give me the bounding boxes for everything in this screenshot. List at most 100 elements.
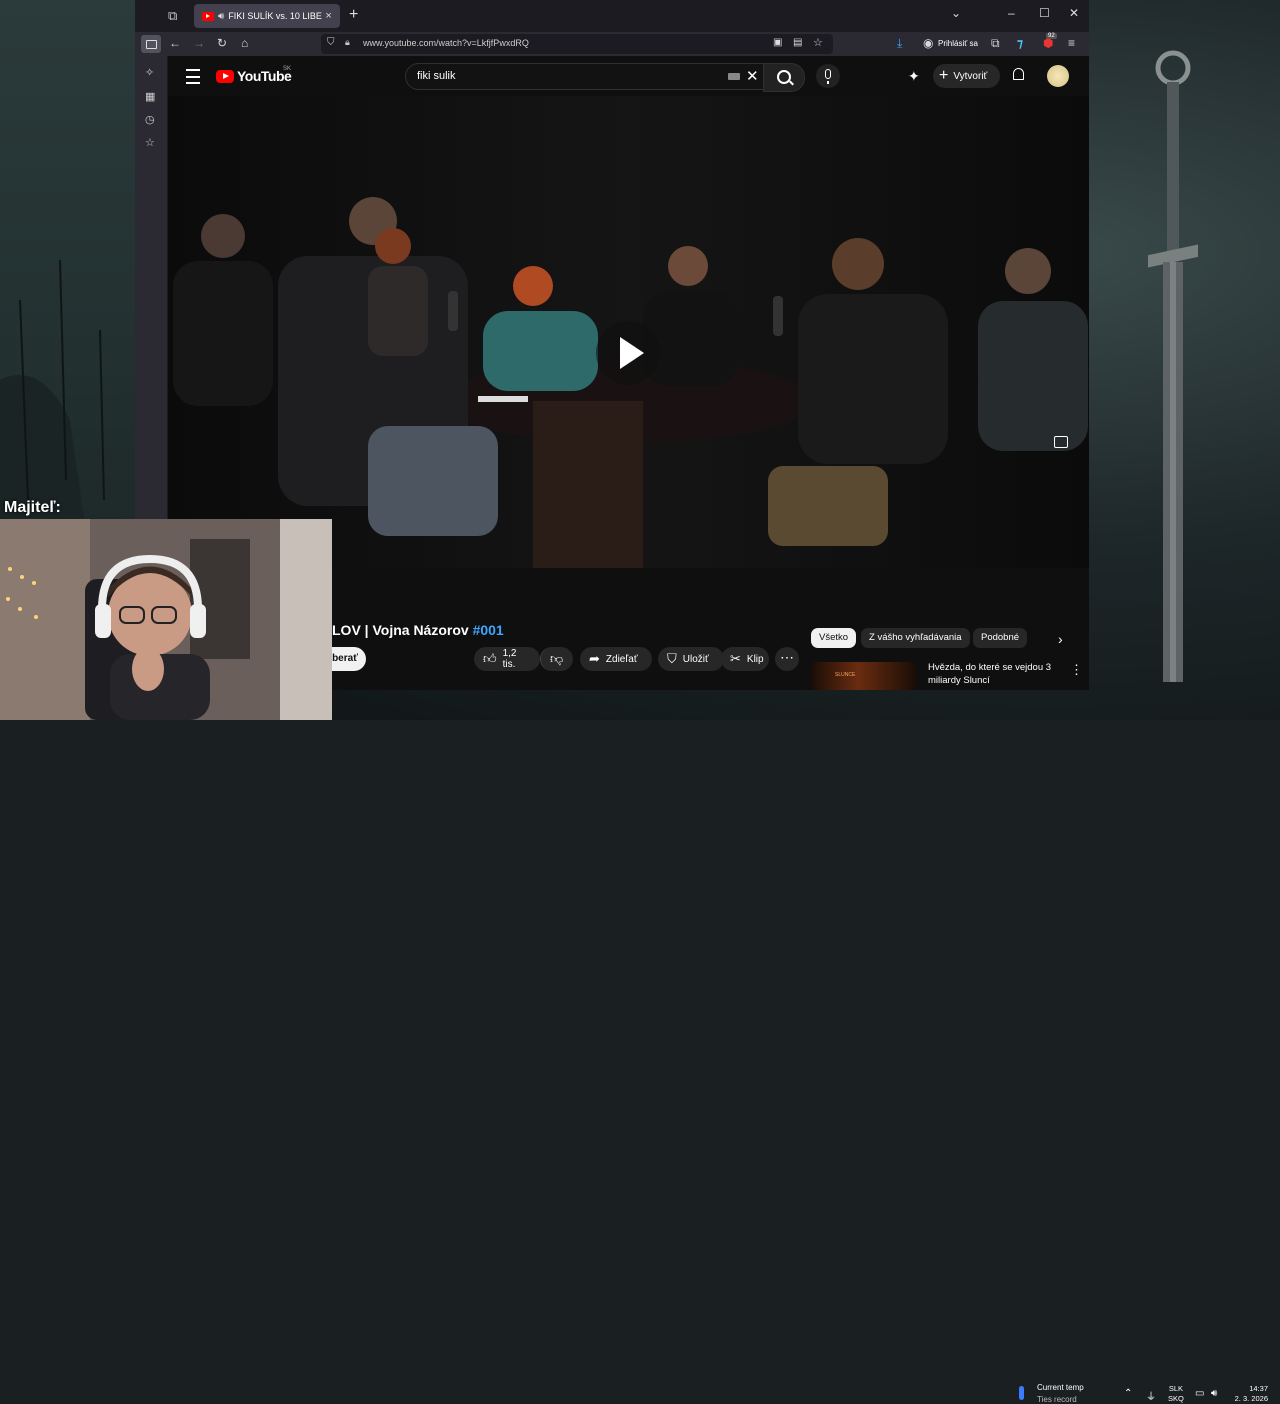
home-icon[interactable]: ⌂ — [241, 36, 248, 50]
language-bottom: SKQ — [1168, 1394, 1184, 1403]
tab-close-icon[interactable]: × — [325, 10, 331, 22]
clip-label: Klip — [746, 653, 764, 665]
wallpaper-sword — [1148, 50, 1198, 682]
like-count: 1,2 tis. — [502, 648, 517, 670]
thumbnail-text: SLUNCE — [835, 672, 856, 678]
sidebar-toggle-icon[interactable] — [141, 35, 161, 53]
signin-label[interactable]: Prihlásiť sa — [938, 39, 978, 48]
account-icon[interactable]: ◉ — [923, 36, 933, 50]
video-title: LOV | Vojna Názorov #001 — [332, 622, 504, 638]
youtube-logo[interactable]: YouTube — [216, 68, 292, 84]
extension-badge: 92 — [1046, 33, 1057, 39]
thumbs-up-icon: 👍︎ — [483, 651, 497, 666]
video-title-text: LOV | Vojna Názorov — [332, 622, 473, 638]
like-button[interactable]: 👍︎ 1,2 tis. — [474, 647, 540, 671]
reload-icon[interactable]: ↻ — [217, 36, 227, 50]
chip-related[interactable]: Podobné — [973, 628, 1028, 648]
save-label: Uložiť — [682, 653, 709, 665]
close-window-button[interactable]: ✕ — [1069, 6, 1079, 20]
language-indicator[interactable]: SLK SKQ — [1168, 1384, 1184, 1404]
reader-view-icon[interactable]: ▤ — [793, 37, 802, 48]
tab-bar: ⧉ 🔊︎ FIKI SULÍK vs. 10 LIBERÁLOV × + ⌄ –… — [135, 0, 1089, 32]
create-button[interactable]: + Vytvoriť — [933, 64, 1000, 88]
recommendation-thumbnail[interactable]: SLUNCE — [811, 662, 916, 690]
avatar[interactable] — [1047, 65, 1069, 87]
keyboard-icon[interactable] — [728, 73, 740, 80]
youtube-header: YouTube SK fiki sulik ✕ ✦ + Vytvoriť — [168, 56, 1089, 96]
show-hidden-icons-icon[interactable]: ⌃ — [1124, 1388, 1132, 1399]
url-text[interactable]: www.youtube.com/watch?v=LkfjfPwxdRQ — [363, 38, 529, 48]
list-all-tabs-icon[interactable]: ⌄ — [951, 6, 961, 20]
extensions-icon[interactable]: ⧉ — [991, 36, 1000, 51]
tab-list-icon[interactable]: ⧉ — [168, 8, 182, 23]
usb-icon[interactable]: ⏚ — [1146, 1388, 1156, 1403]
bookmarks-star-icon[interactable]: ☆ — [145, 136, 155, 149]
dislike-button[interactable]: 👎︎ — [540, 647, 573, 671]
history-icon[interactable]: ◷ — [145, 113, 155, 126]
search-input[interactable]: fiki sulik ✕ — [405, 63, 764, 90]
download-icon[interactable]: ⤓ — [897, 36, 902, 51]
sparkle-ai-icon[interactable]: ✧ — [145, 66, 154, 79]
network-icon[interactable]: ▭ — [1195, 1388, 1204, 1399]
chip-all[interactable]: Všetko — [811, 628, 857, 648]
plus-icon: + — [939, 67, 949, 84]
chip-from-search[interactable]: Z vášho vyhľadávania — [861, 628, 970, 648]
region-code: SK — [283, 66, 292, 72]
more-actions-button[interactable]: ⋯ — [775, 647, 799, 671]
clip-button[interactable]: ✂ Klip — [721, 647, 769, 671]
speaker-icon[interactable]: 🔊︎ — [218, 11, 224, 22]
video-player[interactable]: ◉ ▭ ⚙ ▭ ⤢ — [168, 96, 1089, 568]
navigation-toolbar: ← → ↻ ⌂ ⛉ 🔒︎ www.youtube.com/watch?v=Lkf… — [135, 32, 1089, 56]
back-icon[interactable]: ← — [169, 36, 181, 50]
clear-search-icon[interactable]: ✕ — [746, 67, 759, 85]
minimize-button[interactable]: – — [1008, 6, 1015, 20]
tab-youtube[interactable]: 🔊︎ FIKI SULÍK vs. 10 LIBERÁLOV × — [194, 4, 340, 28]
translate-extension-icon[interactable]: ⁊ — [1017, 36, 1023, 50]
new-tab-button[interactable]: + — [349, 6, 358, 24]
bookmark-star-icon[interactable]: ☆ — [813, 36, 823, 49]
video-hashtag[interactable]: #001 — [473, 622, 504, 638]
shield-icon[interactable]: ⛉ — [327, 37, 335, 48]
weather-subtitle[interactable]: Ties record — [1037, 1395, 1077, 1404]
language-top: SLK — [1168, 1384, 1184, 1393]
youtube-favicon-icon — [202, 11, 214, 21]
assistant-sparkle-icon[interactable]: ✦ — [908, 68, 920, 85]
search-button[interactable] — [763, 63, 805, 92]
search-query[interactable]: fiki sulik — [417, 70, 456, 82]
scissors-icon: ✂ — [730, 651, 741, 666]
play-button[interactable] — [596, 321, 660, 385]
create-label: Vytvoriť — [953, 70, 988, 82]
volume-icon[interactable]: 🔊︎ — [1211, 1388, 1217, 1399]
clock[interactable]: 14:37 2. 3. 2026 — [1228, 1384, 1268, 1404]
tabs-synced-icon[interactable]: ▦ — [145, 90, 155, 103]
voice-search-button[interactable] — [816, 64, 840, 88]
thermometer-icon[interactable] — [1019, 1386, 1024, 1400]
chevron-right-icon[interactable]: › — [1058, 631, 1063, 647]
clock-time: 14:37 — [1249, 1384, 1268, 1393]
microphone-icon — [825, 69, 831, 84]
hamburger-menu-icon[interactable] — [186, 69, 200, 84]
picture-icon[interactable]: ▣ — [773, 37, 782, 48]
save-button[interactable]: ⛉ Uložiť — [658, 647, 724, 671]
search-icon — [777, 70, 791, 84]
share-button[interactable]: ➦ Zdieľať — [580, 647, 652, 671]
forward-icon[interactable]: → — [193, 36, 205, 50]
weather-title[interactable]: Current temp — [1037, 1383, 1084, 1392]
tab-title: FIKI SULÍK vs. 10 LIBERÁLOV — [228, 11, 322, 21]
thumbs-down-icon: 👎︎ — [550, 651, 564, 666]
url-bar[interactable]: ⛉ 🔒︎ www.youtube.com/watch?v=LkfjfPwxdRQ… — [321, 34, 833, 54]
maximize-button[interactable]: ☐ — [1039, 6, 1050, 20]
youtube-play-logo-icon — [216, 69, 234, 83]
recommendation-menu-icon[interactable]: ⋮ — [1070, 662, 1083, 678]
share-icon: ➦ — [589, 651, 600, 666]
recommendation-title[interactable]: Hvězda, do které se vejdou 3 miliardy Sl… — [928, 661, 1058, 687]
bookmark-icon: ⛉ — [667, 651, 677, 666]
notifications-bell-icon[interactable] — [1013, 68, 1024, 80]
share-label: Zdieľať — [605, 653, 638, 665]
menu-icon[interactable]: ≡ — [1068, 36, 1075, 50]
miniplayer-icon[interactable] — [1054, 436, 1068, 448]
clock-date: 2. 3. 2026 — [1234, 1394, 1268, 1403]
lock-icon[interactable]: 🔒︎ — [345, 37, 350, 48]
taskbar-tray: Current temp Ties record ⌃ ⏚ SLK SKQ ▭ 🔊… — [0, 690, 1280, 1404]
owner-label: Majiteľ: — [4, 499, 61, 516]
